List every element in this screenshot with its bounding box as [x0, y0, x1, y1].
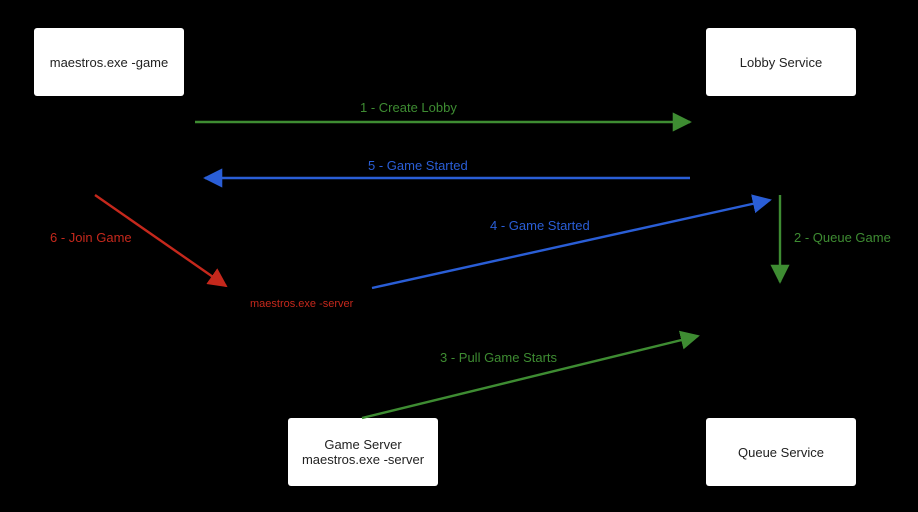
label-step-4: 4 - Game Started	[490, 218, 590, 233]
label-step-5: 5 - Game Started	[368, 158, 468, 173]
node-server: Game Servermaestros.exe -server	[288, 418, 438, 486]
label-maestros-server: maestros.exe -server	[250, 298, 353, 310]
node-queue: Queue Service	[706, 418, 856, 486]
label-step-3: 3 - Pull Game Starts	[440, 350, 557, 365]
arrow-3-pull-game-starts	[362, 336, 698, 418]
label-step-6: 6 - Join Game	[50, 230, 132, 245]
node-client: maestros.exe -game	[34, 28, 184, 96]
label-step-2: 2 - Queue Game	[794, 230, 891, 245]
node-lobby: Lobby Service	[706, 28, 856, 96]
arrow-4-game-started	[372, 200, 770, 288]
label-step-1: 1 - Create Lobby	[360, 100, 457, 115]
